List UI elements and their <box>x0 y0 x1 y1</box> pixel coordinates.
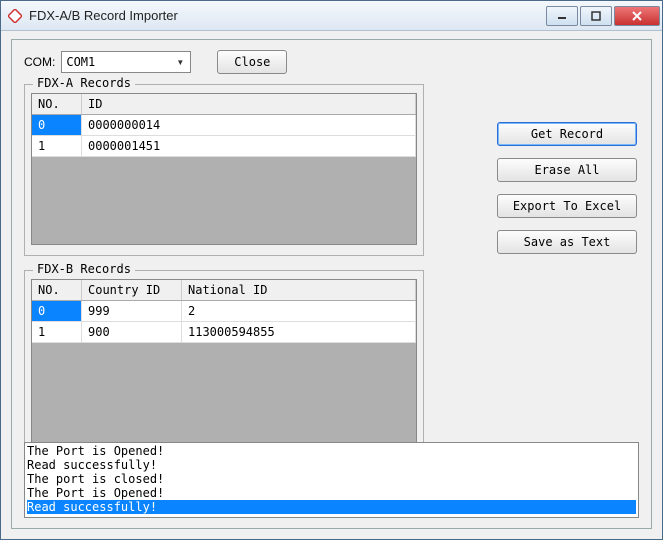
main-window: FDX-A/B Record Importer COM: COM1 ▼ C <box>0 0 663 540</box>
client-area: COM: COM1 ▼ Close FDX-A Records NO. ID <box>1 31 662 539</box>
fdx-a-header: NO. ID <box>32 94 416 115</box>
log-line[interactable]: Read successfully! <box>27 458 636 472</box>
maximize-button[interactable] <box>580 6 612 26</box>
fdx-a-group: FDX-A Records NO. ID 0 0000000014 <box>24 84 424 256</box>
save-text-button[interactable]: Save as Text <box>497 230 637 254</box>
log-line[interactable]: The Port is Opened! <box>27 486 636 500</box>
fdx-b-grid[interactable]: NO. Country ID National ID 0 999 2 1 <box>31 279 417 447</box>
close-window-button[interactable] <box>614 6 660 26</box>
fdx-a-cell-no: 1 <box>32 136 82 156</box>
chevron-down-icon: ▼ <box>172 58 188 67</box>
log-line[interactable]: The Port is Opened! <box>27 444 636 458</box>
com-label: COM: <box>24 55 55 69</box>
log-list[interactable]: The Port is Opened! Read successfully! T… <box>24 442 639 518</box>
table-row[interactable]: 0 0000000014 <box>32 115 416 136</box>
inner-panel: COM: COM1 ▼ Close FDX-A Records NO. ID <box>11 39 652 529</box>
fdx-a-cell-no: 0 <box>32 115 82 135</box>
fdx-a-header-no[interactable]: NO. <box>32 94 82 114</box>
fdx-b-cell-country: 999 <box>82 301 182 321</box>
fdx-b-header-national[interactable]: National ID <box>182 280 416 300</box>
fdx-b-legend: FDX-B Records <box>33 262 135 276</box>
table-row[interactable]: 1 0000001451 <box>32 136 416 157</box>
get-record-button[interactable]: Get Record <box>497 122 637 146</box>
app-icon <box>7 8 23 24</box>
com-select[interactable]: COM1 ▼ <box>61 51 191 73</box>
table-row[interactable]: 1 900 113000594855 <box>32 322 416 343</box>
export-excel-button[interactable]: Export To Excel <box>497 194 637 218</box>
fdx-b-cell-national: 2 <box>182 301 416 321</box>
fdx-b-header-country[interactable]: Country ID <box>82 280 182 300</box>
fdx-b-cell-country: 900 <box>82 322 182 342</box>
fdx-a-cell-id: 0000001451 <box>82 136 416 156</box>
fdx-b-header-no[interactable]: NO. <box>32 280 82 300</box>
fdx-a-legend: FDX-A Records <box>33 76 135 90</box>
com-select-value: COM1 <box>66 55 172 69</box>
fdx-b-group: FDX-B Records NO. Country ID National ID… <box>24 270 424 458</box>
fdx-a-grid[interactable]: NO. ID 0 0000000014 1 0000001451 <box>31 93 417 245</box>
fdx-b-cell-no: 1 <box>32 322 82 342</box>
log-line[interactable]: The port is closed! <box>27 472 636 486</box>
title-bar[interactable]: FDX-A/B Record Importer <box>1 1 662 31</box>
close-button[interactable]: Close <box>217 50 287 74</box>
top-row: COM: COM1 ▼ Close <box>24 50 639 74</box>
erase-all-button[interactable]: Erase All <box>497 158 637 182</box>
fdx-b-header: NO. Country ID National ID <box>32 280 416 301</box>
fdx-b-cell-no: 0 <box>32 301 82 321</box>
table-row[interactable]: 0 999 2 <box>32 301 416 322</box>
window-title: FDX-A/B Record Importer <box>29 8 546 23</box>
log-line[interactable]: Read successfully! <box>27 500 636 514</box>
fdx-a-header-id[interactable]: ID <box>82 94 416 114</box>
minimize-button[interactable] <box>546 6 578 26</box>
side-button-column: Get Record Erase All Export To Excel Sav… <box>497 122 637 254</box>
fdx-b-cell-national: 113000594855 <box>182 322 416 342</box>
fdx-a-cell-id: 0000000014 <box>82 115 416 135</box>
